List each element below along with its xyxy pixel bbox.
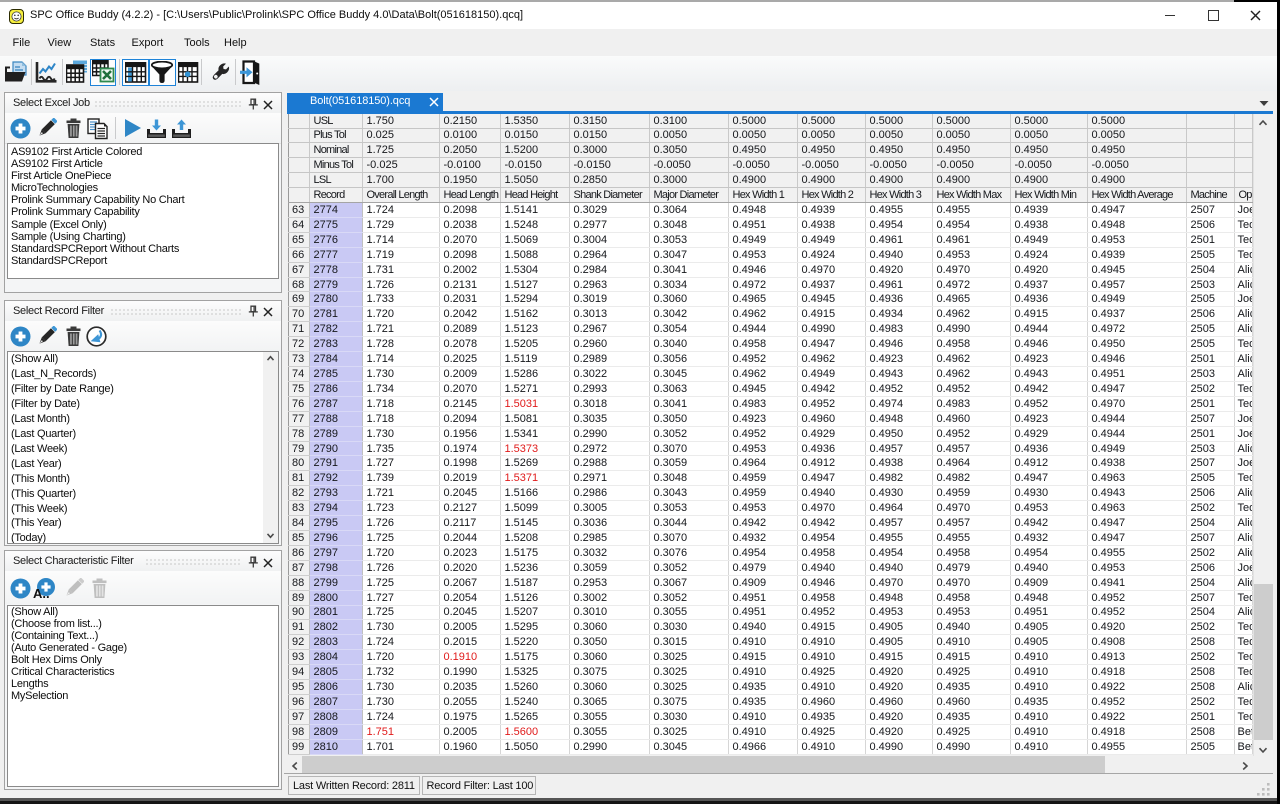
svg-text:A..: A.. xyxy=(33,586,50,599)
